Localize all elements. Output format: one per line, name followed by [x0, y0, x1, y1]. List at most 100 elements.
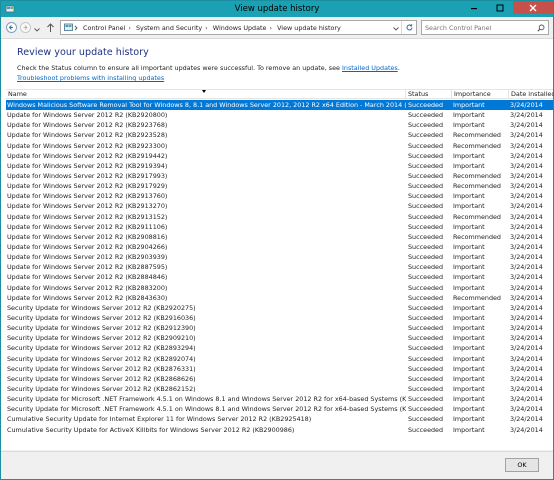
table-row[interactable]: Update for Windows Server 2012 R2 (KB291…	[6, 201, 553, 211]
maximize-icon	[496, 4, 504, 11]
cell-status: Succeeded	[408, 242, 444, 251]
cell-name: Update for Windows Server 2012 R2 (KB291…	[7, 202, 168, 211]
cell-date-installed: 3/24/2014	[510, 101, 543, 109]
cell-importance: Important	[453, 344, 485, 353]
cell-date-installed: 3/24/2014	[510, 334, 543, 343]
breadcrumb-control-panel[interactable]: Control Panel	[83, 24, 125, 32]
cell-name: Update for Windows Server 2012 R2 (KB292…	[7, 131, 168, 140]
address-dropdown-button[interactable]	[393, 25, 399, 33]
cell-date-installed: 3/24/2014	[510, 425, 543, 434]
table-row[interactable]: Update for Windows Server 2012 R2 (KB292…	[6, 130, 553, 140]
cell-importance: Recommended	[453, 141, 501, 150]
table-row[interactable]: Security Update for Windows Server 2012 …	[6, 323, 553, 333]
table-row[interactable]: Security Update for Windows Server 2012 …	[6, 384, 553, 394]
table-row[interactable]: Security Update for Microsoft .NET Frame…	[6, 394, 553, 404]
cell-importance: Recommended	[453, 171, 501, 180]
table-row[interactable]: Update for Windows Server 2012 R2 (KB292…	[6, 110, 553, 120]
maximize-button[interactable]	[487, 1, 513, 14]
table-row[interactable]: Update for Windows Server 2012 R2 (KB291…	[6, 212, 553, 222]
table-row[interactable]: Update for Windows Server 2012 R2 (KB292…	[6, 141, 553, 151]
table-row[interactable]: Cumulative Security Update for Internet …	[6, 414, 553, 424]
table-row[interactable]: Security Update for Windows Server 2012 …	[6, 374, 553, 384]
search-icon[interactable]	[537, 24, 545, 34]
recent-locations-button[interactable]	[34, 26, 40, 34]
cell-date-installed: 3/24/2014	[510, 364, 543, 373]
minimize-icon	[471, 7, 477, 9]
cell-date-installed: 3/24/2014	[510, 263, 543, 272]
table-row[interactable]: Update for Windows Server 2012 R2 (KB288…	[6, 283, 553, 293]
cell-date-installed: 3/24/2014	[510, 151, 543, 160]
search-box[interactable]	[421, 20, 549, 35]
address-bar[interactable]: Control Panel › System and Security › Wind…	[60, 20, 417, 35]
cell-name: Security Update for Windows Server 2012 …	[7, 344, 196, 353]
column-header-status[interactable]: Status	[406, 90, 452, 99]
cell-status: Succeeded	[408, 141, 444, 150]
column-header-name[interactable]: Name	[6, 90, 406, 99]
table-row[interactable]: Security Update for Microsoft .NET Frame…	[6, 404, 553, 414]
cell-status: Succeeded	[408, 334, 444, 343]
table-row[interactable]: Security Update for Windows Server 2012 …	[6, 333, 553, 343]
cell-status: Succeeded	[408, 415, 444, 424]
table-row[interactable]: Security Update for Windows Server 2012 …	[6, 343, 553, 353]
table-row[interactable]: Update for Windows Server 2012 R2 (KB291…	[6, 222, 553, 232]
cell-name: Update for Windows Server 2012 R2 (KB291…	[7, 192, 168, 201]
forward-button[interactable]	[20, 22, 31, 33]
breadcrumb-system-and-security[interactable]: System and Security	[136, 24, 202, 32]
column-header-importance[interactable]: Importance	[452, 90, 509, 99]
table-row[interactable]: Update for Windows Server 2012 R2 (KB290…	[6, 252, 553, 262]
search-input[interactable]	[425, 23, 533, 33]
update-history-list[interactable]: Name Status Importance Date installed Wi…	[6, 89, 554, 449]
table-row[interactable]: Cumulative Security Update for ActiveX K…	[6, 425, 553, 435]
installed-updates-link[interactable]: Installed Updates	[342, 64, 398, 72]
table-row[interactable]: Update for Windows Server 2012 R2 (KB291…	[6, 171, 553, 181]
close-button[interactable]	[513, 1, 553, 14]
chevron-down-icon	[393, 27, 399, 31]
sort-descending-icon	[202, 90, 206, 93]
cell-status: Succeeded	[408, 283, 444, 292]
table-row[interactable]: Update for Windows Server 2012 R2 (KB291…	[6, 191, 553, 201]
close-icon	[529, 4, 537, 11]
breadcrumb-separator-icon[interactable]: ›	[128, 24, 131, 32]
table-row[interactable]: Update for Windows Server 2012 R2 (KB291…	[6, 161, 553, 171]
cell-name: Update for Windows Server 2012 R2 (KB292…	[7, 141, 168, 150]
table-row[interactable]: Update for Windows Server 2012 R2 (KB290…	[6, 242, 553, 252]
breadcrumb-windows-update[interactable]: Windows Update	[213, 24, 267, 32]
ok-button[interactable]: OK	[505, 458, 539, 472]
back-button[interactable]	[6, 22, 17, 33]
table-row[interactable]: Update for Windows Server 2012 R2 (KB288…	[6, 272, 553, 282]
cell-importance: Important	[453, 313, 485, 322]
cell-name: Cumulative Security Update for Internet …	[7, 415, 312, 424]
cell-status: Succeeded	[408, 324, 444, 333]
breadcrumb-separator-icon[interactable]: ›	[269, 24, 272, 32]
table-row[interactable]: Update for Windows Server 2012 R2 (KB288…	[6, 262, 553, 272]
arrow-left-icon	[8, 25, 13, 30]
refresh-button[interactable]	[401, 21, 416, 34]
column-header-date-installed[interactable]: Date installed	[509, 90, 554, 99]
table-row[interactable]: Update for Windows Server 2012 R2 (KB291…	[6, 181, 553, 191]
table-row[interactable]: Security Update for Windows Server 2012 …	[6, 303, 553, 313]
cell-status: Succeeded	[408, 202, 444, 211]
up-button[interactable]	[46, 22, 55, 35]
table-row-selected[interactable]: Windows Malicious Software Removal Tool …	[6, 100, 553, 111]
cell-name: Security Update for Windows Server 2012 …	[7, 334, 196, 343]
troubleshoot-link[interactable]: Troubleshoot problems with installing up…	[17, 74, 164, 82]
cell-date-installed: 3/24/2014	[510, 313, 543, 322]
table-row[interactable]: Security Update for Windows Server 2012 …	[6, 313, 553, 323]
cell-importance: Important	[453, 161, 485, 170]
breadcrumb-separator-icon[interactable]: ›	[205, 24, 208, 32]
cell-date-installed: 3/24/2014	[510, 131, 543, 140]
content-area: Review your update history Check the Sta…	[1, 38, 554, 450]
table-row[interactable]: Update for Windows Server 2012 R2 (KB284…	[6, 293, 553, 303]
cell-status: Succeeded	[408, 212, 444, 221]
table-row[interactable]: Update for Windows Server 2012 R2 (KB292…	[6, 120, 553, 130]
cell-importance: Important	[453, 405, 485, 414]
title-bar[interactable]: View update history	[1, 1, 553, 17]
table-row[interactable]: Security Update for Windows Server 2012 …	[6, 354, 553, 364]
cell-name: Update for Windows Server 2012 R2 (KB292…	[7, 111, 168, 120]
breadcrumb-view-update-history[interactable]: View update history	[277, 24, 341, 32]
table-row[interactable]: Security Update for Windows Server 2012 …	[6, 364, 553, 374]
cell-importance: Important	[453, 202, 485, 211]
table-row[interactable]: Update for Windows Server 2012 R2 (KB290…	[6, 232, 553, 242]
minimize-button[interactable]	[461, 1, 487, 14]
table-row[interactable]: Update for Windows Server 2012 R2 (KB291…	[6, 151, 553, 161]
